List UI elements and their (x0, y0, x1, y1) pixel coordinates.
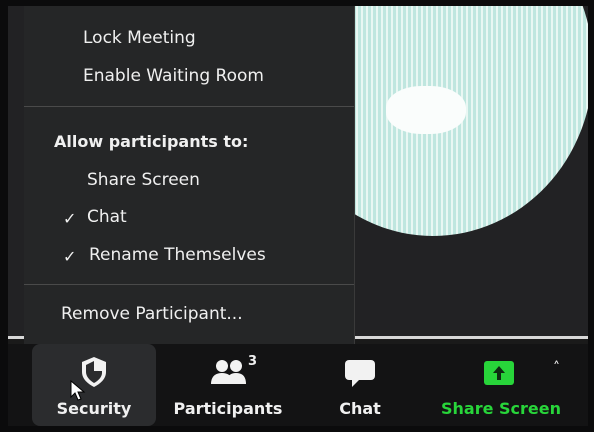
rename-themselves-permission-item[interactable]: Rename Themselves (89, 245, 266, 265)
speech-bubble-icon (345, 360, 375, 387)
remove-participant-item[interactable]: Remove Participant... (61, 304, 243, 324)
menu-divider (24, 284, 354, 285)
chat-label: Chat (339, 399, 381, 418)
share-screen-permission-item[interactable]: Share Screen (87, 170, 200, 190)
allow-participants-heading: Allow participants to: (54, 132, 249, 151)
share-options-caret-icon[interactable]: ˄ (553, 360, 560, 376)
shield-icon (82, 357, 106, 387)
zoom-window: Lock Meeting Enable Waiting Room Allow p… (8, 6, 588, 426)
security-menu: Lock Meeting Enable Waiting Room Allow p… (24, 6, 355, 346)
enable-waiting-room-item[interactable]: Enable Waiting Room (83, 66, 264, 86)
share-screen-label: Share Screen (440, 399, 561, 418)
lock-meeting-item[interactable]: Lock Meeting (83, 28, 196, 48)
shared-content-highlight (386, 86, 466, 134)
meeting-toolbar: Security 3 Participants Chat Share Scree… (8, 344, 588, 426)
chat-button[interactable]: Chat (308, 344, 412, 426)
share-screen-button[interactable]: Share Screen (436, 344, 566, 426)
participants-label: Participants (173, 399, 283, 418)
participants-button[interactable]: 3 Participants (166, 344, 290, 426)
rename-check-icon: ✓ (63, 247, 77, 266)
menu-divider (24, 106, 354, 107)
chat-permission-item[interactable]: Chat (87, 207, 127, 227)
share-arrow-icon (484, 361, 514, 385)
security-label: Security (56, 399, 132, 418)
people-icon (211, 360, 246, 384)
mouse-cursor-icon (70, 380, 86, 401)
security-button[interactable]: Security (32, 344, 156, 426)
chat-check-icon: ✓ (63, 209, 77, 228)
participants-count-badge: 3 (248, 354, 258, 369)
